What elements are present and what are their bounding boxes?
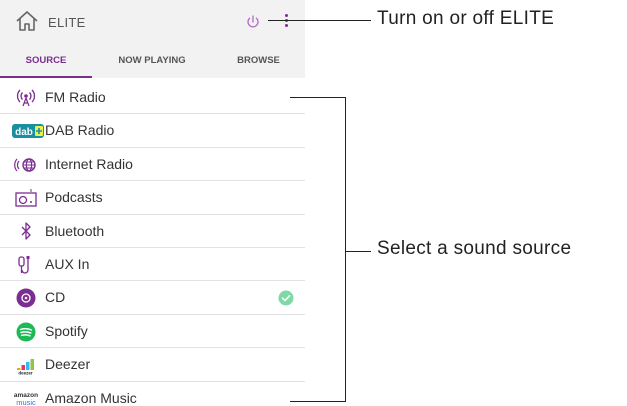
deezer-logo-text: deezer — [18, 371, 33, 376]
top-bar: ELITE — [0, 0, 305, 44]
dab-badge-text: dab — [15, 127, 33, 138]
music-logo-text: music — [16, 398, 36, 406]
source-label: AUX In — [45, 255, 90, 272]
tab-source[interactable]: SOURCE — [0, 44, 92, 78]
source-label: DAB Radio — [45, 122, 115, 139]
source-callout-line — [346, 251, 371, 252]
source-label: Amazon Music — [45, 389, 137, 406]
source-item-bluetooth[interactable]: Bluetooth — [0, 215, 305, 248]
source-label: Podcasts — [45, 189, 103, 206]
source-label: Spotify — [45, 322, 88, 339]
tab-browse[interactable]: BROWSE — [212, 44, 305, 78]
internet-radio-icon — [14, 158, 36, 172]
source-item-podcasts[interactable]: Podcasts — [0, 181, 305, 215]
app-screen: ELITE SOURCE NOW PLAYING BROWSE FM Radio — [0, 0, 305, 406]
source-label: FM Radio — [45, 89, 106, 105]
fm-radio-icon — [16, 89, 36, 107]
source-item-internet-radio[interactable]: Internet Radio — [0, 148, 305, 182]
tab-bar: SOURCE NOW PLAYING BROWSE — [0, 44, 305, 78]
selected-check-icon — [278, 290, 294, 306]
spotify-icon — [16, 322, 36, 342]
power-callout-line — [268, 20, 371, 21]
more-options-icon[interactable] — [282, 12, 290, 32]
source-list: FM Radio dab DAB Radio Internet Radio Po… — [0, 81, 305, 406]
home-icon[interactable] — [15, 10, 39, 32]
podcasts-icon — [15, 189, 37, 207]
source-label: Internet Radio — [45, 155, 133, 172]
app-header: ELITE SOURCE NOW PLAYING BROWSE — [0, 0, 305, 78]
source-callout-text: Select a sound source — [377, 238, 572, 259]
bluetooth-icon — [21, 221, 31, 240]
source-item-dab-radio[interactable]: dab DAB Radio — [0, 114, 305, 148]
power-callout-text: Turn on or off ELITE — [377, 8, 555, 29]
amazon-music-icon: amazon music — [14, 392, 38, 406]
power-icon[interactable] — [244, 13, 262, 31]
app-title: ELITE — [48, 15, 86, 30]
source-bracket-vertical — [345, 97, 346, 402]
source-label: CD — [45, 289, 66, 306]
source-item-cd[interactable]: CD — [0, 281, 305, 315]
source-label: Bluetooth — [45, 222, 105, 239]
source-bracket-bottom — [290, 401, 346, 402]
active-tab-indicator — [0, 76, 92, 78]
dab-radio-icon: dab — [12, 124, 44, 139]
tab-now-playing[interactable]: NOW PLAYING — [92, 44, 212, 78]
aux-in-icon — [18, 255, 30, 274]
source-label: Deezer — [45, 356, 91, 373]
source-bracket-top — [290, 97, 346, 98]
source-item-fm-radio[interactable]: FM Radio — [0, 81, 305, 115]
deezer-icon: deezer — [17, 359, 34, 376]
source-item-amazon-music[interactable]: amazon music Amazon Music — [0, 382, 305, 406]
cd-icon — [16, 288, 36, 308]
source-item-spotify[interactable]: Spotify — [0, 315, 305, 349]
source-item-aux-in[interactable]: AUX In — [0, 248, 305, 282]
source-item-deezer[interactable]: deezer Deezer — [0, 348, 305, 382]
